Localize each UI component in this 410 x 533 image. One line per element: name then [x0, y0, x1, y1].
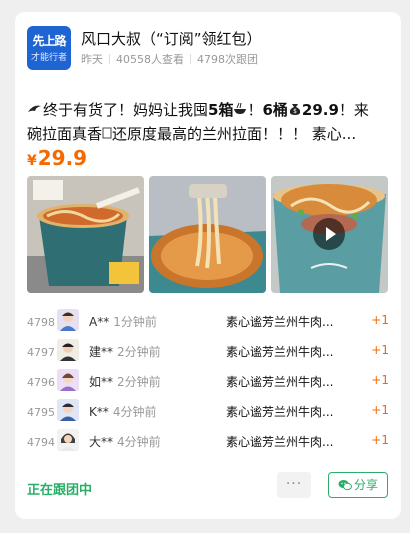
buyer-name-text: K**	[89, 405, 109, 419]
post-header: 先上路 才能行者 风口大叔（“订阅”领红包） 昨天 40558人查看 4798次跟团	[27, 26, 387, 72]
order-row[interactable]: 4798 A** 1分钟前 素心谧芳兰州牛肉... +1	[27, 309, 389, 339]
more-button[interactable]: ···	[277, 472, 311, 498]
missing-glyph-icon	[102, 127, 112, 139]
order-quantity: +1	[371, 373, 389, 387]
order-time: 2分钟前	[117, 345, 161, 359]
price-currency: ¥	[27, 153, 37, 169]
order-count: 4798次跟团	[197, 53, 258, 66]
avatar	[57, 429, 79, 451]
product-name: 素心谧芳兰州牛肉...	[226, 435, 334, 449]
post-date: 昨天	[81, 53, 103, 66]
avatar	[57, 399, 79, 421]
svg-text:$: $	[293, 108, 297, 115]
product-name: 素心谧芳兰州牛肉...	[226, 315, 334, 329]
buyer-name: 建** 2分钟前	[89, 343, 161, 360]
order-time: 1分钟前	[113, 315, 157, 329]
order-row[interactable]: 4796 如** 2分钟前 素心谧芳兰州牛肉... +1	[27, 369, 389, 399]
order-time: 4分钟前	[112, 405, 157, 419]
product-name: 素心谧芳兰州牛肉...	[226, 375, 334, 389]
avatar	[57, 369, 79, 391]
card-footer: 正在跟团中 ··· 分享	[27, 472, 389, 502]
order-quantity: +1	[371, 433, 389, 447]
wechat-icon	[338, 480, 352, 491]
buyer-name: K** 4分钟前	[89, 403, 157, 420]
description-bold-buckets: 6桶	[262, 101, 288, 119]
order-row[interactable]: 4797 建** 2分钟前 素心谧芳兰州牛肉... +1	[27, 339, 389, 369]
order-quantity: +1	[371, 343, 389, 357]
order-number: 4796	[27, 376, 55, 389]
author-avatar[interactable]: 先上路 才能行者	[27, 26, 71, 70]
order-time: 4分钟前	[117, 435, 161, 449]
money-bag-icon: $	[289, 104, 301, 115]
product-name: 素心谧芳兰州牛肉...	[226, 405, 334, 419]
share-button[interactable]: 分享	[328, 472, 388, 498]
buyer-name-text: 大**	[89, 435, 114, 449]
order-row[interactable]: 4795 K** 4分钟前 素心谧芳兰州牛肉... +1	[27, 399, 389, 429]
meta-divider	[190, 54, 191, 64]
buyer-name-text: A**	[89, 315, 110, 329]
description-bold-quantity: 5箱	[208, 101, 234, 119]
post-meta: 昨天 40558人查看 4798次跟团	[81, 51, 258, 67]
description-end: 还原度最高的兰州拉面！！！ 素心...	[112, 125, 357, 143]
group-status: 正在跟团中	[27, 483, 93, 498]
noodle-bowl-icon	[234, 102, 247, 114]
order-quantity: +1	[371, 403, 389, 417]
fire-icon	[28, 105, 41, 112]
description-bold-price: 29.9	[301, 101, 339, 119]
avatar	[57, 309, 79, 331]
order-number: 4798	[27, 316, 55, 329]
order-number: 4794	[27, 436, 55, 449]
avatar	[57, 339, 79, 361]
avatar-text-main: 先上路	[32, 34, 66, 48]
meta-divider	[109, 54, 110, 64]
post-description[interactable]: 终于有货了！妈妈让我囤5箱 ！6桶 $29.9！来碗拉面真香 还原度最高的兰州拉面！！…	[27, 98, 379, 146]
description-prefix: 终于有货了！妈妈让我囤	[43, 101, 209, 119]
image-gallery	[27, 176, 389, 293]
buyer-name: 大** 4分钟前	[89, 433, 161, 450]
share-label: 分享	[353, 478, 378, 492]
price: ¥29.9	[27, 146, 87, 170]
description-mid: ！	[247, 101, 263, 119]
author-name[interactable]: 风口大叔（“订阅”领红包）	[81, 28, 262, 49]
order-row[interactable]: 4794 大** 4分钟前 素心谧芳兰州牛肉... +1	[27, 429, 389, 459]
noodle-bowl-video-3[interactable]	[271, 176, 388, 293]
buyer-name: 如** 2分钟前	[89, 373, 161, 390]
noodle-cup-photo-1[interactable]	[27, 176, 144, 293]
product-name: 素心谧芳兰州牛肉...	[226, 345, 334, 359]
buyer-name-text: 如**	[89, 375, 114, 389]
order-number: 4797	[27, 346, 55, 359]
view-count: 40558人查看	[116, 53, 184, 66]
noodle-fork-photo-2[interactable]	[149, 176, 266, 293]
play-icon[interactable]	[313, 218, 345, 250]
group-buy-card[interactable]: 先上路 才能行者 风口大叔（“订阅”领红包） 昨天 40558人查看 4798次跟团…	[15, 12, 401, 519]
price-value: 29.9	[37, 146, 88, 170]
order-time: 2分钟前	[117, 375, 161, 389]
order-quantity: +1	[371, 313, 389, 327]
order-list: 4798 A** 1分钟前 素心谧芳兰州牛肉... +1 4797 建** 2分钟前…	[27, 309, 389, 459]
order-number: 4795	[27, 406, 55, 419]
avatar-text-sub: 才能行者	[30, 53, 67, 63]
buyer-name-text: 建**	[89, 345, 114, 359]
buyer-name: A** 1分钟前	[89, 313, 157, 330]
